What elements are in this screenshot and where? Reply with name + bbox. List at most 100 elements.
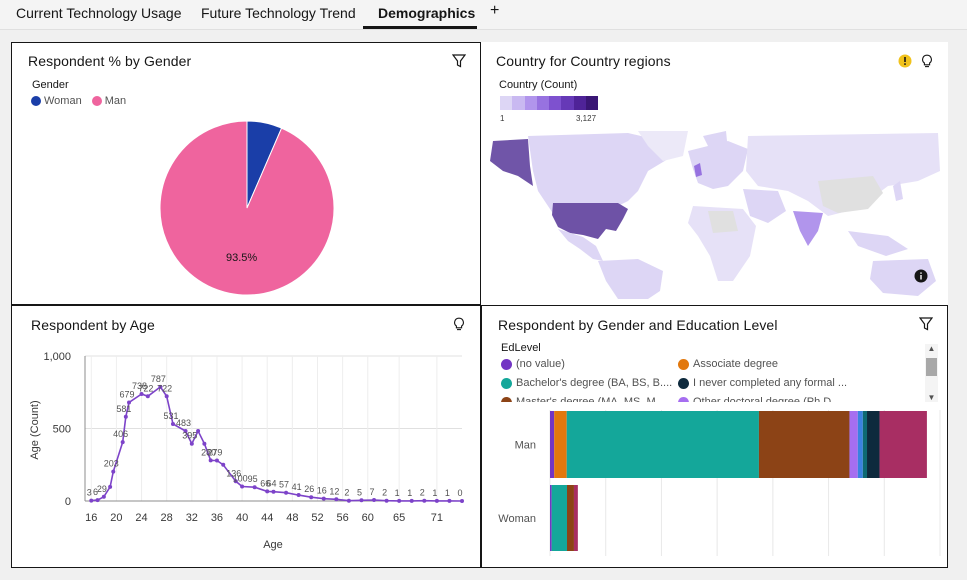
edu-bar-segment[interactable] bbox=[554, 411, 567, 478]
legend-item-woman[interactable]: Woman bbox=[31, 95, 82, 107]
age-data-point[interactable] bbox=[95, 498, 100, 503]
age-data-point[interactable] bbox=[164, 394, 169, 399]
edu-legend-item[interactable]: I never completed any formal ... bbox=[678, 377, 847, 389]
age-data-point[interactable] bbox=[101, 494, 106, 499]
age-data-point[interactable] bbox=[309, 495, 314, 500]
age-data-point[interactable] bbox=[221, 462, 226, 467]
world-map[interactable] bbox=[488, 131, 943, 299]
age-data-point[interactable] bbox=[265, 489, 270, 494]
age-data-label: 279 bbox=[207, 448, 222, 458]
age-data-point[interactable] bbox=[397, 498, 402, 503]
age-data-point[interactable] bbox=[252, 485, 257, 490]
age-data-point[interactable] bbox=[145, 394, 150, 399]
edu-bar-segment[interactable] bbox=[550, 485, 552, 551]
edu-bar-segment[interactable] bbox=[566, 411, 759, 478]
age-data-point[interactable] bbox=[334, 497, 339, 502]
x-tick-label: 28 bbox=[161, 512, 173, 524]
edu-legend-item[interactable]: Bachelor's degree (BA, BS, B.... bbox=[501, 377, 672, 389]
scroll-up-icon[interactable]: ▲ bbox=[925, 344, 938, 353]
gender-pie-chart: 93.5% bbox=[159, 120, 335, 296]
map-region-alaska[interactable] bbox=[490, 139, 533, 186]
lightbulb-icon[interactable] bbox=[452, 317, 466, 331]
info-icon[interactable] bbox=[914, 269, 928, 283]
age-data-label: 2 bbox=[420, 488, 425, 498]
legend-label: Man bbox=[104, 95, 127, 107]
age-data-point[interactable] bbox=[189, 441, 194, 446]
warning-icon[interactable] bbox=[898, 54, 912, 68]
age-data-point[interactable] bbox=[208, 458, 213, 463]
age-data-point[interactable] bbox=[123, 414, 128, 419]
age-data-point[interactable] bbox=[89, 498, 94, 503]
pie-slice-man[interactable] bbox=[159, 120, 335, 296]
age-series-line bbox=[91, 385, 463, 502]
filter-icon[interactable] bbox=[919, 317, 933, 331]
age-data-point[interactable] bbox=[108, 484, 113, 489]
add-tab-button[interactable]: + bbox=[490, 2, 499, 20]
legend-swatch bbox=[678, 396, 689, 402]
edu-legend-item[interactable]: (no value) bbox=[501, 358, 565, 370]
edu-bar-segment[interactable] bbox=[849, 411, 858, 478]
edu-legend-item[interactable]: Other doctoral degree (Ph.D.... bbox=[678, 396, 843, 402]
age-data-point[interactable] bbox=[120, 440, 125, 445]
legend-swatch bbox=[501, 377, 512, 389]
age-data-label: 395 bbox=[182, 431, 197, 441]
age-data-point[interactable] bbox=[409, 498, 414, 503]
age-data-label: 406 bbox=[113, 429, 128, 439]
age-x-axis-label: Age bbox=[263, 539, 283, 551]
lightbulb-icon[interactable] bbox=[920, 54, 934, 68]
gender-legend: Woman Man bbox=[31, 95, 126, 107]
age-data-point[interactable] bbox=[111, 469, 116, 474]
edu-bar-segment[interactable] bbox=[551, 485, 567, 551]
map-panel: Country for Country regions Country (Cou… bbox=[481, 42, 948, 305]
age-data-point[interactable] bbox=[372, 497, 377, 502]
age-data-point[interactable] bbox=[346, 498, 351, 503]
age-data-point[interactable] bbox=[296, 493, 301, 498]
active-tab-indicator bbox=[363, 26, 477, 29]
x-tick-label: 36 bbox=[211, 512, 223, 524]
age-data-point[interactable] bbox=[214, 458, 219, 463]
age-data-point[interactable] bbox=[170, 422, 175, 427]
scroll-thumb[interactable] bbox=[926, 358, 937, 376]
age-data-label: 722 bbox=[138, 383, 153, 393]
edu-bar-segment[interactable] bbox=[758, 411, 850, 478]
map-region-india[interactable] bbox=[793, 211, 823, 246]
tab-current-technology-usage[interactable]: Current Technology Usage bbox=[16, 5, 182, 29]
map-region-south-america[interactable] bbox=[598, 259, 663, 299]
age-data-point[interactable] bbox=[202, 441, 207, 446]
gender-panel-title: Respondent % by Gender bbox=[28, 53, 192, 69]
scale-step bbox=[573, 96, 586, 110]
age-data-point[interactable] bbox=[384, 498, 389, 503]
filter-icon[interactable] bbox=[452, 54, 466, 68]
scroll-down-icon[interactable]: ▼ bbox=[925, 393, 938, 402]
scale-step bbox=[561, 96, 574, 110]
age-data-label: 3 bbox=[87, 488, 92, 498]
edu-bar-segment[interactable] bbox=[857, 411, 863, 478]
edu-legend-item[interactable]: Associate degree bbox=[678, 358, 778, 370]
edu-bar-segment[interactable] bbox=[862, 411, 868, 478]
map-region-se-asia[interactable] bbox=[848, 231, 908, 256]
age-data-point[interactable] bbox=[422, 498, 427, 503]
edu-bar-segment[interactable] bbox=[573, 485, 578, 551]
x-tick-label: 24 bbox=[135, 512, 147, 524]
age-data-point[interactable] bbox=[434, 498, 439, 503]
edu-bar-segment[interactable] bbox=[867, 411, 880, 478]
age-panel: Respondent by Age 0 500 1,000 16 20 24 28 32 36 4… bbox=[11, 305, 481, 568]
age-data-point[interactable] bbox=[460, 499, 464, 503]
edu-legend-item[interactable]: Master's degree (MA, MS, M... bbox=[501, 396, 665, 402]
age-data-point[interactable] bbox=[271, 489, 276, 494]
age-data-label: 0 bbox=[457, 488, 462, 498]
legend-item-man[interactable]: Man bbox=[91, 95, 127, 107]
age-data-label: 7 bbox=[370, 487, 375, 497]
age-data-point[interactable] bbox=[284, 490, 289, 495]
map-region-china[interactable] bbox=[818, 176, 883, 213]
edu-bar-segment[interactable] bbox=[550, 411, 555, 478]
tab-future-technology-trend[interactable]: Future Technology Trend bbox=[201, 5, 356, 29]
age-data-point[interactable] bbox=[321, 496, 326, 501]
edu-bar-segment[interactable] bbox=[566, 485, 574, 551]
legend-swatch bbox=[678, 358, 689, 370]
age-data-point[interactable] bbox=[447, 498, 452, 503]
age-data-point[interactable] bbox=[359, 498, 364, 503]
legend-scrollbar[interactable]: ▲ ▼ bbox=[925, 344, 938, 402]
age-data-point[interactable] bbox=[240, 484, 245, 489]
edu-bar-segment[interactable] bbox=[879, 411, 927, 478]
